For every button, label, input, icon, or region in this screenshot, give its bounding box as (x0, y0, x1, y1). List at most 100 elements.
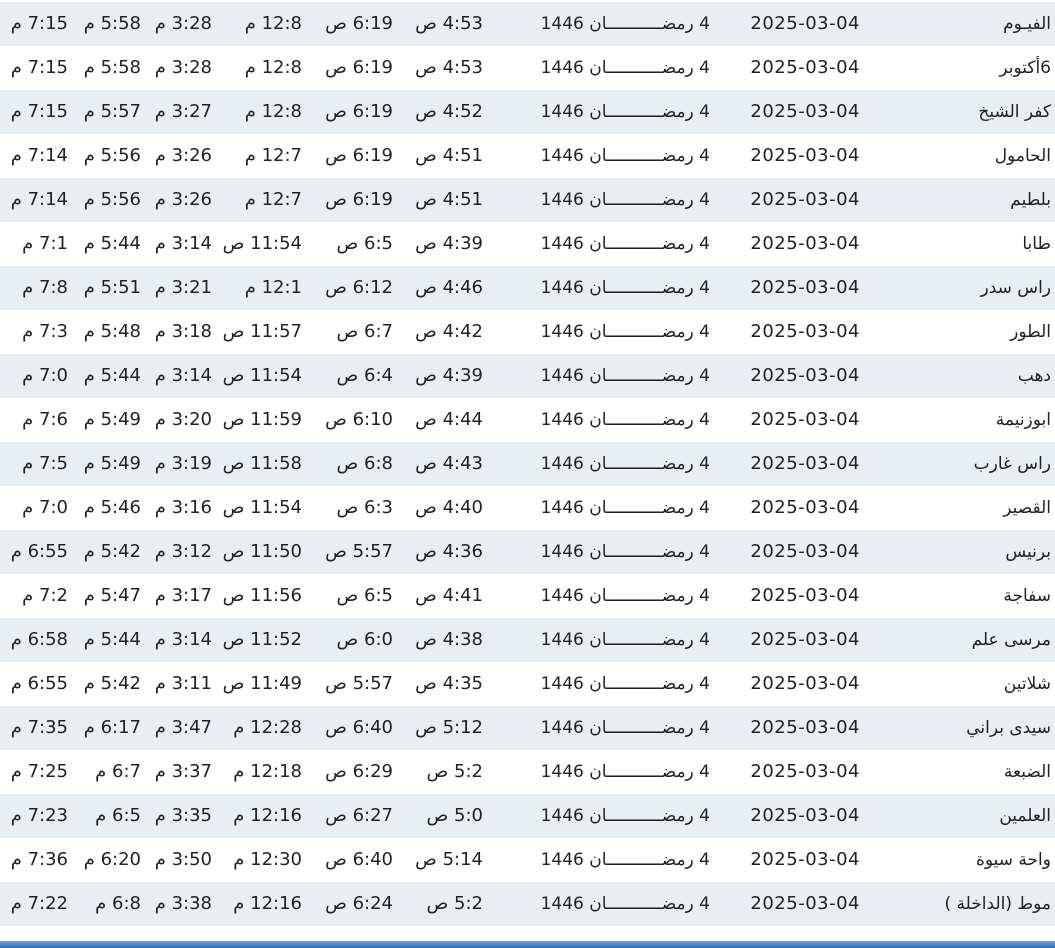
sunrise-time: 6:40 ص (325, 849, 393, 870)
maghrib-time: 5:46 م (83, 497, 141, 518)
hijri-date: 4 رمضـــــــــــان 1446 (540, 630, 710, 650)
maghrib-time: 5:58 م (83, 13, 141, 34)
gregorian-date: 2025-03-04 (750, 849, 860, 870)
dhuhr-time: 11:54 ص (222, 233, 302, 254)
asr-time: 3:35 م (154, 805, 212, 826)
asr-time: 3:17 م (154, 585, 212, 606)
hijri-date: 4 رمضـــــــــــان 1446 (540, 410, 710, 430)
asr-time: 3:14 م (154, 233, 212, 254)
dhuhr-time: 11:54 ص (222, 497, 302, 518)
isha-time: 6:55 م (10, 673, 68, 694)
table-row: سيدى براني 2025-03-04 4 رمضـــــــــــان 1… (0, 706, 1055, 750)
city-name: سيدى براني (966, 718, 1051, 738)
fajr-time: 4:42 ص (415, 321, 483, 342)
fajr-time: 4:35 ص (415, 673, 483, 694)
table-row: دهب 2025-03-04 4 رمضـــــــــــان 1446 4:39… (0, 354, 1055, 398)
table-row: ابوزنيمة 2025-03-04 4 رمضـــــــــــان 144… (0, 398, 1055, 442)
prayer-times-table: الفيـوم 2025-03-04 4 رمضـــــــــــان 1446… (0, 2, 1055, 926)
hijri-date: 4 رمضـــــــــــان 1446 (540, 674, 710, 694)
hijri-date: 4 رمضـــــــــــان 1446 (540, 542, 710, 562)
isha-time: 7:6 م (22, 409, 68, 430)
fajr-time: 4:36 ص (415, 541, 483, 562)
sunrise-time: 6:5 ص (336, 585, 393, 606)
hijri-date: 4 رمضـــــــــــان 1446 (540, 366, 710, 386)
asr-time: 3:18 م (154, 321, 212, 342)
dhuhr-time: 11:54 ص (222, 365, 302, 386)
sunrise-time: 6:7 ص (336, 321, 393, 342)
dhuhr-time: 11:57 ص (222, 321, 302, 342)
dhuhr-time: 12:1 م (244, 277, 302, 298)
city-name: القصير (1003, 498, 1051, 518)
fajr-time: 4:53 ص (415, 13, 483, 34)
isha-time: 7:22 م (10, 893, 68, 914)
sunrise-time: 6:19 ص (325, 13, 393, 34)
hijri-date: 4 رمضـــــــــــان 1446 (540, 190, 710, 210)
hijri-date: 4 رمضـــــــــــان 1446 (540, 322, 710, 342)
dhuhr-time: 11:50 ص (222, 541, 302, 562)
sunrise-time: 6:19 ص (325, 189, 393, 210)
fajr-time: 4:52 ص (415, 101, 483, 122)
hijri-date: 4 رمضـــــــــــان 1446 (540, 278, 710, 298)
fajr-time: 5:14 ص (415, 849, 483, 870)
maghrib-time: 6:17 م (83, 717, 141, 738)
fajr-time: 4:39 ص (415, 233, 483, 254)
table-row: الحامول 2025-03-04 4 رمضـــــــــــان 1446… (0, 134, 1055, 178)
maghrib-time: 5:42 م (83, 673, 141, 694)
city-name: الفيـوم (1003, 14, 1051, 34)
sunrise-time: 6:12 ص (325, 277, 393, 298)
isha-time: 7:15 م (10, 101, 68, 122)
gregorian-date: 2025-03-04 (750, 761, 860, 782)
table-row: العلمين 2025-03-04 4 رمضـــــــــــان 1446… (0, 794, 1055, 838)
city-name: واحة سيوة (975, 850, 1051, 870)
gregorian-date: 2025-03-04 (750, 673, 860, 694)
city-name: الطور (1010, 322, 1051, 342)
dhuhr-time: 12:8 م (244, 101, 302, 122)
city-name: راس غارب (973, 454, 1051, 474)
gregorian-date: 2025-03-04 (750, 13, 860, 34)
bottom-scroll-strip[interactable] (0, 941, 1055, 948)
dhuhr-time: 11:56 ص (222, 585, 302, 606)
maghrib-time: 5:49 م (83, 453, 141, 474)
city-name: موط (الداخلة ) (944, 894, 1051, 914)
table-row: موط (الداخلة ) 2025-03-04 4 رمضـــــــــــ… (0, 882, 1055, 926)
fajr-time: 5:2 ص (426, 893, 483, 914)
asr-time: 3:21 م (154, 277, 212, 298)
asr-time: 3:16 م (154, 497, 212, 518)
maghrib-time: 5:56 م (83, 145, 141, 166)
asr-time: 3:26 م (154, 189, 212, 210)
city-name: ابوزنيمة (995, 410, 1051, 430)
dhuhr-time: 12:16 م (233, 893, 302, 914)
maghrib-time: 6:8 م (95, 893, 141, 914)
table-row: واحة سيوة 2025-03-04 4 رمضـــــــــــان 14… (0, 838, 1055, 882)
hijri-date: 4 رمضـــــــــــان 1446 (540, 806, 710, 826)
asr-time: 3:38 م (154, 893, 212, 914)
isha-time: 7:0 م (22, 365, 68, 386)
city-name: الحامول (994, 146, 1051, 166)
sunrise-time: 6:19 ص (325, 101, 393, 122)
isha-time: 7:14 م (10, 189, 68, 210)
dhuhr-time: 11:52 ص (222, 629, 302, 650)
gregorian-date: 2025-03-04 (750, 409, 860, 430)
maghrib-time: 5:57 م (83, 101, 141, 122)
table-row: طابا 2025-03-04 4 رمضـــــــــــان 1446 4:3… (0, 222, 1055, 266)
city-name: بلطيم (1010, 190, 1051, 210)
hijri-date: 4 رمضـــــــــــان 1446 (540, 718, 710, 738)
sunrise-time: 6:24 ص (325, 893, 393, 914)
dhuhr-time: 11:49 ص (222, 673, 302, 694)
asr-time: 3:28 م (154, 57, 212, 78)
isha-time: 7:8 م (22, 277, 68, 298)
gregorian-date: 2025-03-04 (750, 277, 860, 298)
hijri-date: 4 رمضـــــــــــان 1446 (540, 102, 710, 122)
sunrise-time: 6:40 ص (325, 717, 393, 738)
asr-time: 3:27 م (154, 101, 212, 122)
hijri-date: 4 رمضـــــــــــان 1446 (540, 58, 710, 78)
maghrib-time: 5:58 م (83, 57, 141, 78)
fajr-time: 4:51 ص (415, 189, 483, 210)
gregorian-date: 2025-03-04 (750, 893, 860, 914)
fajr-time: 4:51 ص (415, 145, 483, 166)
isha-time: 7:15 م (10, 13, 68, 34)
gregorian-date: 2025-03-04 (750, 365, 860, 386)
table-row: برنيس 2025-03-04 4 رمضـــــــــــان 1446 4:… (0, 530, 1055, 574)
sunrise-time: 6:19 ص (325, 145, 393, 166)
fajr-time: 5:0 ص (426, 805, 483, 826)
